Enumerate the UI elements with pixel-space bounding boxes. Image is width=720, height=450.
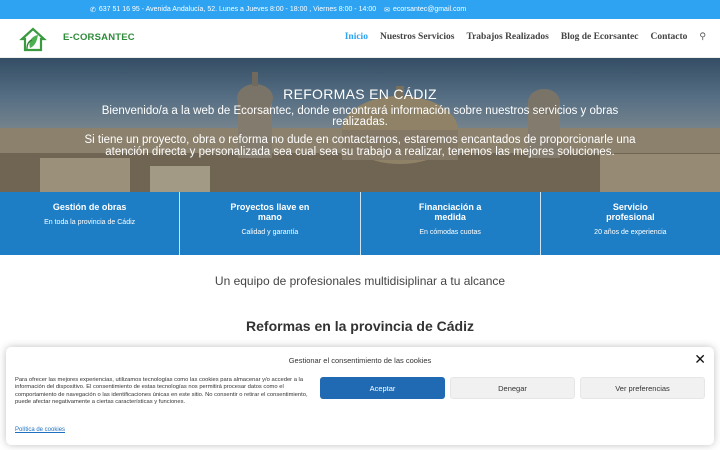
nav-blog[interactable]: Blog de Ecorsantec bbox=[561, 32, 639, 42]
deny-button[interactable]: Denegar bbox=[450, 377, 575, 399]
hero-text: REFORMAS EN CÁDIZ Bienvenido/a a la web … bbox=[0, 86, 720, 158]
feature-subtitle: 20 años de experiencia bbox=[594, 229, 667, 236]
nav-contacto[interactable]: Contacto bbox=[650, 32, 687, 42]
feature-title: Proyectos llave en mano bbox=[230, 202, 310, 222]
feature-servicio: Servicio profesional 20 años de experien… bbox=[541, 192, 720, 255]
close-icon[interactable]: ✕ bbox=[694, 352, 706, 368]
hero-welcome-text: Bienvenido/a a la web de Ecorsantec, don… bbox=[101, 105, 619, 128]
feature-subtitle: En toda la provincia de Cádiz bbox=[44, 219, 136, 226]
hero-contact-text: Si tiene un proyecto, obra o reforma no … bbox=[84, 134, 636, 158]
feature-gestion: Gestión de obras En toda la provincia de… bbox=[0, 192, 181, 255]
brand-name[interactable]: E-CORSANTEC bbox=[63, 32, 135, 43]
section-heading: Reformas en la provincia de Cádiz bbox=[246, 318, 474, 334]
hero-banner: REFORMAS EN CÁDIZ Bienvenido/a a la web … bbox=[0, 58, 720, 192]
cookie-policy-link[interactable]: Política de cookies bbox=[15, 427, 65, 433]
feature-subtitle: Calidad y garantía bbox=[241, 229, 299, 236]
feature-title: Financiación a medida bbox=[418, 202, 482, 222]
top-info-bar: ✆ 637 51 16 95 - Avenida Andalucía, 52. … bbox=[0, 0, 720, 19]
nav-servicios[interactable]: Nuestros Servicios bbox=[380, 32, 455, 42]
site-header: E-CORSANTEC Inicio Nuestros Servicios Tr… bbox=[0, 19, 720, 58]
house-leaf-icon[interactable] bbox=[18, 24, 48, 52]
contact-info[interactable]: ✆ 637 51 16 95 - Avenida Andalucía, 52. … bbox=[90, 6, 376, 14]
feature-llave-en-mano: Proyectos llave en mano Calidad y garant… bbox=[180, 192, 361, 255]
envelope-icon: ✉ bbox=[384, 6, 390, 14]
feature-subtitle: En cómodas cuotas bbox=[419, 229, 481, 236]
nav-trabajos[interactable]: Trabajos Realizados bbox=[466, 32, 548, 42]
email-text: ecorsantec@gmail.com bbox=[392, 6, 467, 13]
contact-info-text: 637 51 16 95 - Avenida Andalucía, 52. Lu… bbox=[98, 6, 377, 13]
main-nav: Inicio Nuestros Servicios Trabajos Reali… bbox=[345, 32, 706, 42]
features-bar: Gestión de obras En toda la provincia de… bbox=[0, 192, 720, 255]
nav-inicio[interactable]: Inicio bbox=[345, 32, 368, 42]
cookie-consent-banner: Gestionar el consentimiento de las cooki… bbox=[6, 347, 714, 445]
feature-title: Servicio profesional bbox=[606, 202, 655, 222]
cookie-body: Para ofrecer las mejores experiencias, u… bbox=[15, 377, 308, 405]
phone-icon: ✆ bbox=[90, 6, 96, 14]
accept-button[interactable]: Aceptar bbox=[320, 377, 445, 399]
feature-title: Gestión de obras bbox=[52, 202, 127, 212]
preferences-button[interactable]: Ver preferencias bbox=[580, 377, 705, 399]
hero-title: REFORMAS EN CÁDIZ bbox=[283, 86, 437, 102]
email-link[interactable]: ✉ ecorsantec@gmail.com bbox=[384, 6, 466, 14]
cookie-title: Gestionar el consentimiento de las cooki… bbox=[288, 356, 432, 365]
feature-financiacion: Financiación a medida En cómodas cuotas bbox=[361, 192, 541, 255]
tagline: Un equipo de profesionales multidisiplin… bbox=[214, 274, 506, 288]
search-icon[interactable]: ⚲ bbox=[699, 32, 706, 42]
